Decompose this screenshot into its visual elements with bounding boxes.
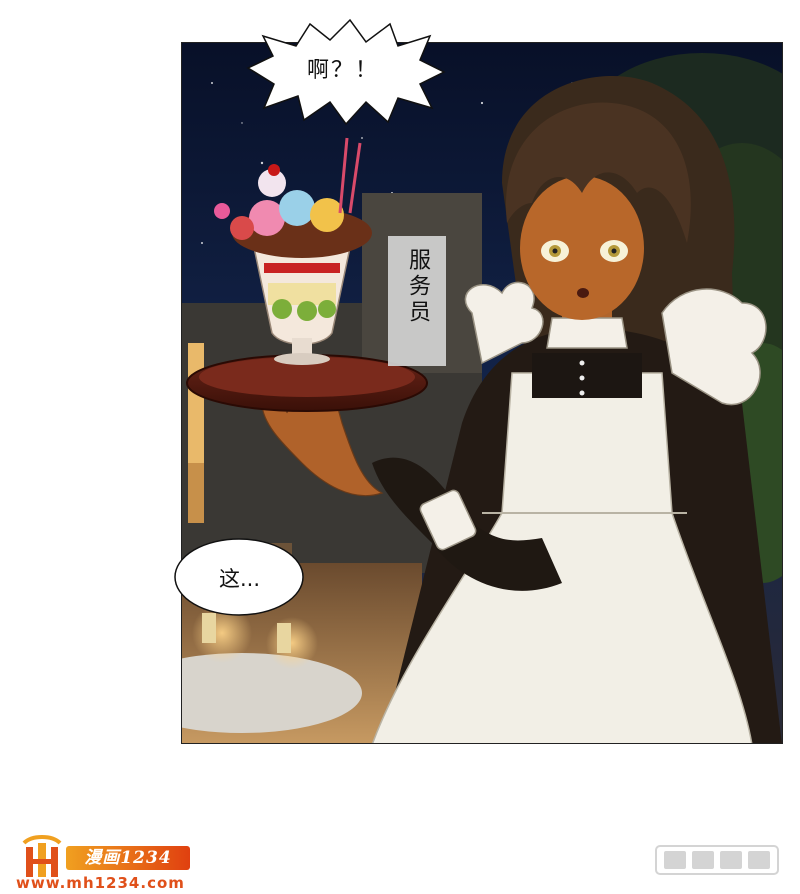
corner-watermark-logo bbox=[655, 845, 779, 875]
candle bbox=[277, 623, 291, 653]
bodice-panel bbox=[532, 353, 642, 398]
site-url: www.mh1234.com bbox=[16, 874, 185, 892]
collar bbox=[546, 317, 628, 349]
speech-text: 这... bbox=[218, 567, 261, 591]
candle-glow bbox=[266, 617, 318, 669]
shout-text: 啊？！ bbox=[306, 58, 379, 83]
mouth bbox=[577, 288, 589, 298]
button bbox=[579, 375, 585, 381]
button bbox=[579, 360, 585, 366]
comic-panel bbox=[181, 42, 783, 744]
button bbox=[579, 390, 585, 396]
panel-illustration bbox=[182, 43, 782, 743]
caption-text: 服务员 bbox=[405, 248, 430, 326]
caption-box: 服务员 bbox=[388, 236, 446, 366]
brand-badge: 漫画1234 bbox=[66, 846, 190, 870]
